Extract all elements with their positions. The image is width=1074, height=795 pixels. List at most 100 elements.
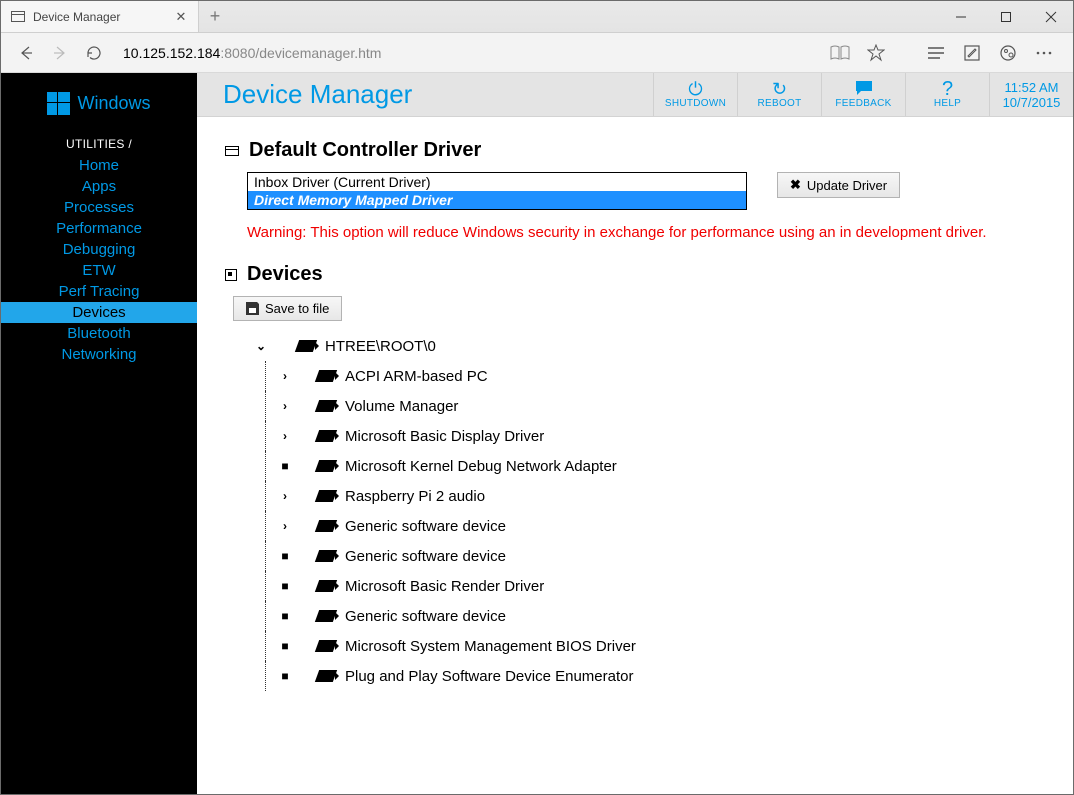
tab-favicon: [11, 11, 25, 22]
tree-row[interactable]: ›Raspberry Pi 2 audio: [253, 481, 1045, 511]
tree-row[interactable]: › ACPI ARM-based PC: [253, 361, 1045, 391]
tree-root[interactable]: ⌄ HTREE\ROOT\0: [253, 331, 1045, 361]
sidebar-item-home[interactable]: Home: [1, 155, 197, 176]
device-icon: [317, 580, 335, 592]
reading-view-icon[interactable]: [825, 38, 855, 68]
help-button[interactable]: ? HELP: [905, 73, 989, 116]
page-toolbar: Device Manager ⏻ SHUTDOWN ↻ REBOOT FEEDB…: [197, 73, 1073, 117]
chevron-down-icon[interactable]: ⌄: [253, 339, 269, 353]
window-maximize-button[interactable]: [983, 1, 1028, 32]
device-icon: [317, 370, 335, 382]
sidebar-item-apps[interactable]: Apps: [1, 176, 197, 197]
leaf-icon[interactable]: ■: [277, 579, 293, 593]
driver-listbox[interactable]: Inbox Driver (Current Driver)Direct Memo…: [247, 172, 747, 210]
hub-icon[interactable]: [921, 38, 951, 68]
sidebar-item-perf-tracing[interactable]: Perf Tracing: [1, 281, 197, 302]
shutdown-button[interactable]: ⏻ SHUTDOWN: [653, 73, 737, 116]
tree-label: Generic software device: [345, 548, 506, 565]
feedback-icon: [855, 80, 873, 98]
device-icon: [317, 670, 335, 682]
tree-label: Microsoft Basic Display Driver: [345, 428, 544, 445]
address-bar: 10.125.152.184:8080/devicemanager.htm: [1, 33, 1073, 73]
tree-row[interactable]: › Generic software device: [253, 511, 1045, 541]
save-icon: [246, 302, 259, 315]
device-icon: [317, 610, 335, 622]
tree-row[interactable]: ■Microsoft Basic Render Driver: [253, 571, 1045, 601]
tree-row[interactable]: ■ Microsoft Kernel Debug Network Adapter: [253, 451, 1045, 481]
reboot-icon: ↻: [772, 80, 787, 98]
leaf-icon[interactable]: ■: [277, 609, 293, 623]
tree-label: Generic software device: [345, 518, 506, 535]
leaf-icon[interactable]: ■: [277, 459, 293, 473]
tab-close-icon[interactable]: ✕: [174, 9, 188, 25]
controller-icon: [225, 146, 239, 156]
tree-label: Microsoft Kernel Debug Network Adapter: [345, 458, 617, 475]
tree-row[interactable]: ■ Generic software device: [253, 541, 1045, 571]
leaf-icon[interactable]: ■: [277, 669, 293, 683]
tree-row[interactable]: ■ Microsoft System Management BIOS Driver: [253, 631, 1045, 661]
page-title: Device Manager: [197, 73, 653, 116]
page-body: Default Controller Driver Inbox Driver (…: [197, 117, 1073, 713]
tree-row[interactable]: › Microsoft Basic Display Driver: [253, 421, 1045, 451]
brand-text: Windows: [77, 93, 150, 114]
device-icon: [317, 520, 335, 532]
help-icon: ?: [942, 80, 953, 98]
sidebar-item-networking[interactable]: Networking: [1, 344, 197, 365]
clock-date: 10/7/2015: [1003, 95, 1061, 110]
tree-root-label: HTREE\ROOT\0: [325, 338, 436, 355]
refresh-button[interactable]: [77, 38, 111, 68]
driver-section-title: Default Controller Driver: [225, 139, 1045, 162]
tree-row[interactable]: ›Volume Manager: [253, 391, 1045, 421]
url-field[interactable]: 10.125.152.184:8080/devicemanager.htm: [111, 45, 825, 61]
leaf-icon[interactable]: ■: [277, 639, 293, 653]
update-icon: ✖: [790, 177, 801, 193]
tree-row[interactable]: ■Plug and Play Software Device Enumerato…: [253, 661, 1045, 691]
chevron-right-icon[interactable]: ›: [277, 489, 293, 503]
device-icon: [297, 340, 315, 352]
main: Device Manager ⏻ SHUTDOWN ↻ REBOOT FEEDB…: [197, 73, 1073, 794]
chevron-right-icon[interactable]: ›: [277, 399, 293, 413]
tab-title: Device Manager: [33, 10, 174, 24]
sidebar: Windows UTILITIES / HomeAppsProcessesPer…: [1, 73, 197, 794]
forward-button[interactable]: [43, 38, 77, 68]
chevron-right-icon[interactable]: ›: [277, 369, 293, 383]
share-icon[interactable]: [993, 38, 1023, 68]
driver-option[interactable]: Direct Memory Mapped Driver: [248, 191, 746, 209]
update-driver-button[interactable]: ✖ Update Driver: [777, 172, 900, 198]
leaf-icon[interactable]: ■: [277, 549, 293, 563]
chevron-right-icon[interactable]: ›: [277, 519, 293, 533]
tree-label: Microsoft System Management BIOS Driver: [345, 638, 636, 655]
window-close-button[interactable]: [1028, 1, 1073, 32]
sidebar-item-processes[interactable]: Processes: [1, 197, 197, 218]
device-icon: [317, 400, 335, 412]
sidebar-item-performance[interactable]: Performance: [1, 218, 197, 239]
driver-option[interactable]: Inbox Driver (Current Driver): [248, 173, 746, 191]
sidebar-item-etw[interactable]: ETW: [1, 260, 197, 281]
new-tab-button[interactable]: +: [199, 1, 231, 32]
tree-row[interactable]: ■Generic software device: [253, 601, 1045, 631]
save-to-file-button[interactable]: Save to file: [233, 296, 342, 321]
device-icon: [317, 550, 335, 562]
sidebar-item-devices[interactable]: Devices: [1, 302, 197, 323]
device-icon: [317, 640, 335, 652]
sidebar-item-debugging[interactable]: Debugging: [1, 239, 197, 260]
titlebar: Device Manager ✕ +: [1, 1, 1073, 33]
feedback-button[interactable]: FEEDBACK: [821, 73, 905, 116]
webnote-icon[interactable]: [957, 38, 987, 68]
window-minimize-button[interactable]: [938, 1, 983, 32]
device-icon: [317, 460, 335, 472]
reboot-button[interactable]: ↻ REBOOT: [737, 73, 821, 116]
more-icon[interactable]: [1029, 38, 1059, 68]
sidebar-item-bluetooth[interactable]: Bluetooth: [1, 323, 197, 344]
tree-label: ACPI ARM-based PC: [345, 368, 488, 385]
driver-warning: Warning: This option will reduce Windows…: [247, 224, 1045, 241]
chevron-right-icon[interactable]: ›: [277, 429, 293, 443]
url-host: 10.125.152.184: [123, 45, 220, 61]
favorite-icon[interactable]: [861, 38, 891, 68]
url-path: :8080/devicemanager.htm: [220, 45, 381, 61]
sidebar-section-label: UTILITIES /: [1, 137, 197, 151]
device-icon: [317, 430, 335, 442]
back-button[interactable]: [9, 38, 43, 68]
browser-tab[interactable]: Device Manager ✕: [1, 1, 199, 32]
power-icon: ⏻: [688, 80, 702, 98]
